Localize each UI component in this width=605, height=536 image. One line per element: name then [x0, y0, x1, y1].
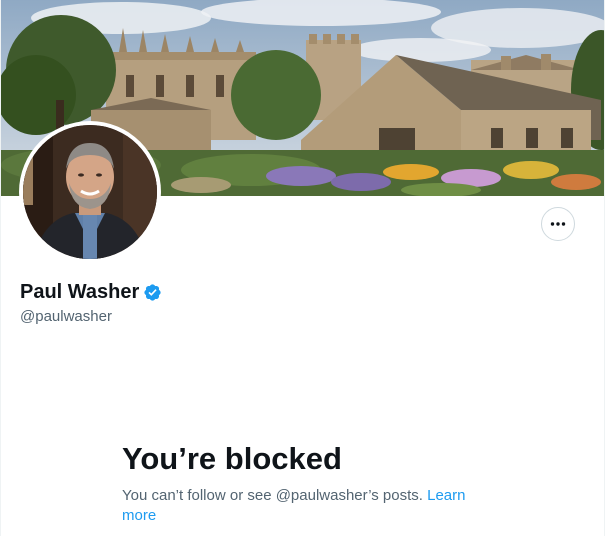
blocked-notice: You’re blocked You can’t follow or see @…: [122, 440, 492, 526]
profile-page: Paul Washer @paulwasher You’re blocked Y…: [0, 0, 605, 536]
profile-handle: @paulwasher: [20, 308, 112, 325]
blocked-title: You’re blocked: [122, 441, 342, 476]
verified-badge-icon[interactable]: [143, 283, 162, 302]
more-options-button[interactable]: [541, 207, 575, 241]
more-horizontal-icon: [550, 222, 566, 226]
blocked-body-text: You can’t follow or see @paulwasher’s po…: [122, 487, 423, 504]
profile-name-row: Paul Washer: [20, 280, 162, 304]
profile-display-name: Paul Washer: [20, 281, 140, 303]
blocked-body: You can’t follow or see @paulwasher’s po…: [122, 486, 492, 526]
profile-avatar[interactable]: [19, 121, 161, 263]
avatar-photo: [23, 125, 157, 259]
